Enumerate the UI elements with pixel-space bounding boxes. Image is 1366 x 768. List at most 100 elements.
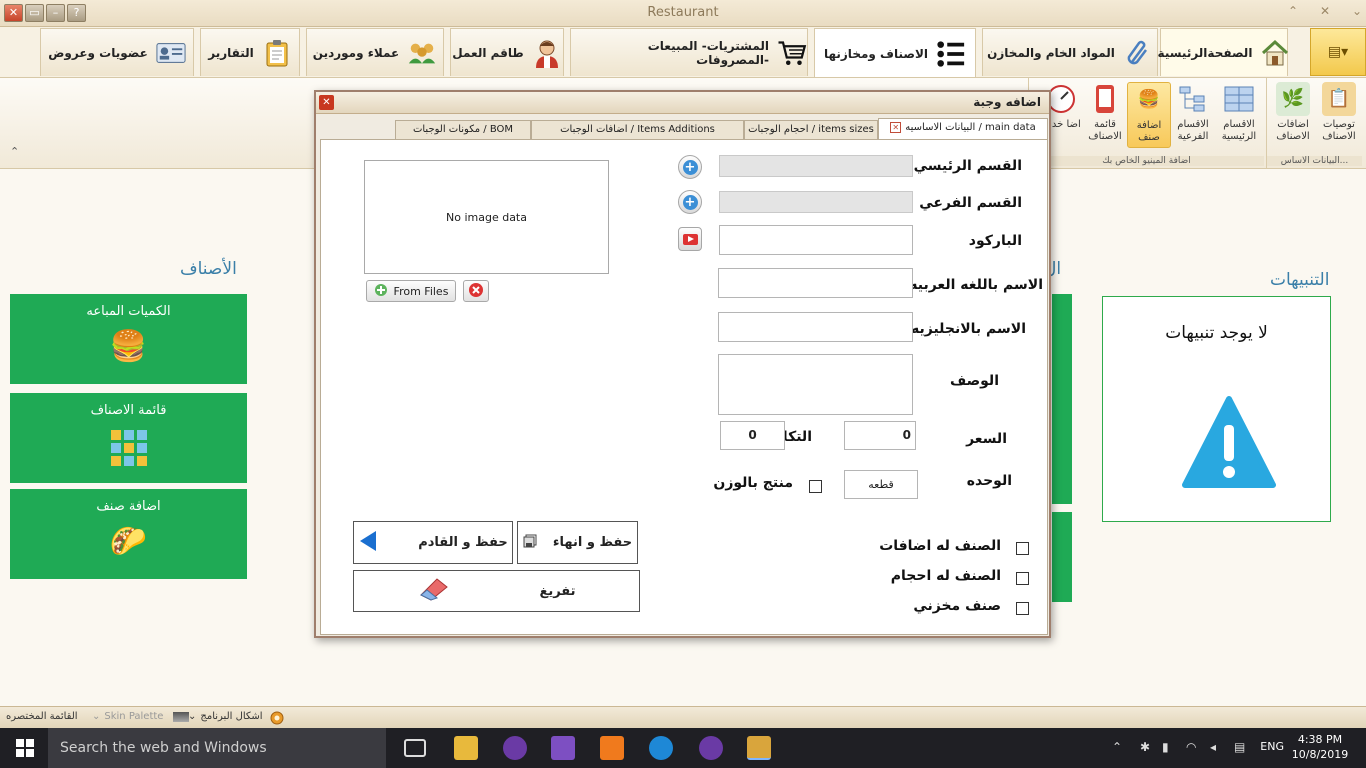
tab-label: عملاء وموردين	[312, 45, 400, 60]
main-category-select[interactable]	[719, 155, 913, 177]
arabic-name-label: الاسم باللغه العربيه	[909, 277, 1043, 293]
ribbon-item-items-list[interactable]: قائمة الاصناف	[1083, 82, 1127, 143]
language-indicator[interactable]: ENG	[1260, 740, 1284, 753]
dialog-close-button[interactable]: ✕	[319, 95, 334, 110]
from-files-button[interactable]: From Files	[366, 280, 456, 302]
skin-palette-menu[interactable]: ⌄ Skin Palette	[92, 711, 190, 722]
notifications-icon[interactable]: ▤	[1234, 740, 1245, 754]
ribbon-button-label: اضافة صنف	[1136, 120, 1162, 143]
file-explorer-icon[interactable]	[454, 736, 478, 760]
hidden-tile-edge	[1052, 294, 1072, 504]
tab-staff[interactable]: طاقم العمل	[450, 28, 564, 76]
tile-items-list[interactable]: قائمة الاصناف	[10, 393, 247, 483]
program-skins-menu[interactable]: ⌄ اشكال البرنامج	[188, 711, 263, 722]
barcode-action-button[interactable]	[678, 227, 702, 251]
tile-sold-quantities[interactable]: الكميات المباعه 🍔	[10, 294, 247, 384]
tab-items[interactable]: الاصناف ومخازنها	[814, 28, 976, 78]
price-input[interactable]: 0	[844, 421, 916, 450]
phone-icon	[1088, 82, 1122, 116]
tab-label: التقارير	[208, 45, 254, 60]
tab-main-data[interactable]: ✕ البيانات الاساسيه / main data	[878, 118, 1048, 140]
network-icon[interactable]: ▮	[1162, 740, 1169, 754]
ribbon-item-add-item[interactable]: 🍔 اضافة صنف	[1127, 82, 1171, 148]
english-name-input[interactable]	[718, 312, 913, 342]
taskbar-search[interactable]: Search the web and Windows	[48, 728, 386, 768]
clear-button[interactable]: تفريغ	[353, 570, 640, 612]
wifi-icon[interactable]: ◠	[1186, 740, 1196, 754]
windows-start-icon[interactable]	[16, 739, 34, 757]
restaurant-app-icon[interactable]	[747, 736, 771, 760]
has-sizes-checkbox[interactable]	[1016, 572, 1029, 585]
has-additions-checkbox[interactable]	[1016, 542, 1029, 555]
tile-label: قائمة الاصناف	[90, 403, 167, 418]
expand-icon[interactable]: ⌄	[1348, 4, 1366, 18]
close-tab-icon[interactable]: ✕	[890, 121, 902, 133]
ribbon-item-main-categories[interactable]: الاقسام الرئيسية	[1217, 82, 1261, 143]
weight-product-checkbox[interactable]	[809, 480, 822, 493]
tile-add-item[interactable]: اضافة صنف 🌮	[10, 489, 247, 579]
tab-memberships-offers[interactable]: عضويات وعروض	[40, 28, 194, 76]
theme-icon[interactable]	[270, 711, 284, 725]
tab-home[interactable]: الصفحةالرئيسية	[1157, 28, 1289, 76]
dialog-titlebar: ✕ اضافه وجبة	[316, 92, 1049, 114]
tab-purchases-sales[interactable]: المشتريات- المبيعات -المصروفات	[570, 28, 808, 76]
ribbon-button-label: الاقسام الفرعية	[1177, 119, 1209, 142]
stock-item-checkbox[interactable]	[1016, 602, 1029, 615]
taskbar-clock[interactable]: 4:38 PM 10/8/2019	[1290, 732, 1350, 762]
barcode-label: الباركود	[968, 233, 1022, 249]
ribbon-group-basic-data: 📋 توصيات الاصناف 🌿 اضافات الاصناف البيان…	[1266, 78, 1362, 168]
ribbon-item-sub-categories[interactable]: الاقسام الفرعية	[1171, 82, 1215, 143]
people-icon	[407, 38, 437, 68]
unit-select[interactable]: قطعه	[844, 470, 918, 499]
has-sizes-label: الصنف له احجام	[890, 568, 1001, 584]
tab-label: الصفحةالرئيسية	[1157, 45, 1253, 60]
windows-taskbar: Search the web and Windows ⌃ ✱ ▮ ◠ ◂ ▤ E…	[0, 728, 1366, 768]
price-label: السعر	[966, 431, 1007, 447]
tab-raw-materials[interactable]: المواد الخام والمخازن	[982, 28, 1158, 76]
ribbon-item-additions[interactable]: 🌿 اضافات الاصناف	[1271, 82, 1315, 143]
tab-reports[interactable]: التقارير	[200, 28, 300, 76]
remove-image-button[interactable]	[463, 280, 489, 302]
cost-input[interactable]: 0	[720, 421, 785, 450]
ribbon-group-label: البيانات الاساس...	[1267, 156, 1362, 166]
tray-expand-icon[interactable]: ⌃	[1112, 740, 1122, 754]
bluetooth-icon[interactable]: ✱	[1140, 740, 1150, 754]
ribbon-controls: ⌃ ✕ ⌄	[1284, 4, 1366, 18]
clock-app-icon[interactable]	[503, 736, 527, 760]
xampp-icon[interactable]	[600, 736, 624, 760]
save-close-button[interactable]: حفظ و انهاء	[517, 521, 638, 564]
tab-customers-suppliers[interactable]: عملاء وموردين	[306, 28, 444, 76]
grid-icon	[10, 428, 247, 476]
edge-icon[interactable]	[649, 736, 673, 760]
add-sub-category-button[interactable]: +	[678, 190, 702, 214]
tab-item-additions[interactable]: اضافات الوجبات / Items Additions	[531, 120, 744, 139]
program-skins-label: اشكال البرنامج	[200, 711, 263, 722]
ribbon-tabs: ▤▾ الصفحةالرئيسية المواد الخام والمخازن …	[0, 27, 1366, 78]
task-view-icon[interactable]	[404, 739, 426, 757]
ribbon-button-label: الاقسام الرئيسية	[1221, 119, 1257, 142]
x-icon[interactable]: ✕	[1316, 4, 1334, 18]
clock-app-icon-2[interactable]	[699, 736, 723, 760]
clear-label: تفريغ	[539, 583, 576, 599]
quick-menu[interactable]: القائمة المختصره	[6, 711, 78, 722]
barcode-input[interactable]	[719, 225, 913, 255]
id-card-icon	[156, 38, 186, 68]
tab-item-sizes[interactable]: احجام الوجبات / items sizes	[744, 120, 878, 139]
save-next-button[interactable]: حفظ و القادم	[353, 521, 513, 564]
ribbon-item-recommendations[interactable]: 📋 توصيات الاصناف	[1317, 82, 1361, 143]
visual-studio-icon[interactable]	[551, 736, 575, 760]
system-tray: ⌃ ✱ ▮ ◠ ◂ ▤ ENG 4:38 PM 10/8/2019	[1106, 728, 1366, 768]
pin-icon[interactable]: ⌃	[1284, 4, 1302, 18]
main-category-label: القسم الرئيسي	[913, 158, 1022, 174]
app-menu-button[interactable]: ▤▾	[1310, 28, 1366, 76]
sub-category-select[interactable]	[719, 191, 913, 213]
burger-icon: 🍔	[109, 329, 148, 364]
volume-icon[interactable]: ◂	[1210, 740, 1216, 754]
ribbon-collapse-icon[interactable]: ⌃	[10, 145, 19, 158]
description-input[interactable]	[718, 354, 913, 415]
add-main-category-button[interactable]: +	[678, 155, 702, 179]
skin-palette-label: Skin Palette	[104, 711, 164, 722]
tab-bom[interactable]: مكونات الوجبات / BOM	[395, 120, 531, 139]
dialog-title: اضافه وجبة	[973, 95, 1041, 109]
arabic-name-input[interactable]	[718, 268, 913, 298]
